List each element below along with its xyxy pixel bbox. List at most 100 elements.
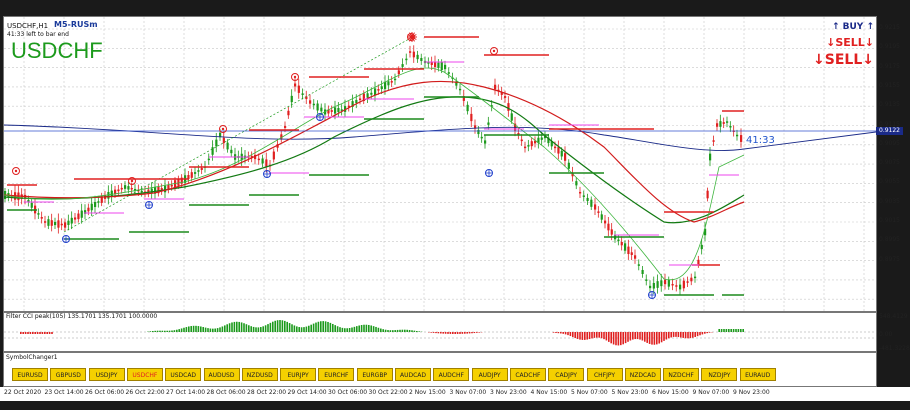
candle-body	[729, 126, 732, 128]
oscillator-bar	[444, 332, 447, 334]
oscillator-bar	[161, 330, 164, 332]
oscillator-bar	[269, 322, 272, 332]
oscillator-bar	[624, 332, 627, 344]
candle-body	[700, 244, 703, 250]
oscillator-bar	[382, 329, 384, 332]
oscillator-bar	[699, 332, 701, 336]
candle-body	[207, 158, 210, 161]
symbol-button-audchf[interactable]: AUDCHF	[433, 368, 470, 381]
time-tick-label: 3 Nov 07:00	[449, 389, 487, 396]
symbol-button-usdjpy[interactable]: USDJPY	[88, 368, 125, 381]
symbol-button-nzdcad[interactable]: NZDCAD	[624, 368, 661, 381]
oscillator-bar	[166, 330, 168, 332]
candle-body	[617, 239, 620, 242]
oscillator-bar	[737, 329, 740, 332]
symbol-button-nzdusd[interactable]: NZDUSD	[241, 368, 278, 381]
oscillator-bar	[684, 332, 687, 339]
symbol-button-audjpy[interactable]: AUDJPY	[471, 368, 508, 381]
candle-body	[297, 85, 300, 93]
buy-signal-label: BUY	[842, 22, 864, 32]
oscillator-bar	[212, 328, 214, 332]
oscillator-bar	[708, 332, 711, 333]
symbol-button-usdchf[interactable]: USDCHF	[126, 368, 163, 381]
candle-body	[630, 252, 633, 256]
buy-marker-icon	[263, 170, 271, 178]
symbol-button-cadjpy[interactable]: CADJPY	[548, 368, 585, 381]
oscillator-bar	[612, 332, 615, 345]
symbol-button-gbpusd[interactable]: GBPUSD	[50, 368, 87, 381]
candle-body	[94, 201, 97, 208]
oscillator-bar	[233, 321, 236, 332]
oscillator-bar	[646, 332, 648, 343]
symbol-button-audcad[interactable]: AUDCAD	[395, 368, 431, 381]
symbol-button-usdcad[interactable]: USDCAD	[165, 368, 202, 381]
symbol-button-eurchf[interactable]: EURCHF	[318, 368, 355, 381]
buy-marker-icon	[145, 201, 153, 209]
price-chart-panel[interactable]	[3, 16, 877, 312]
oscillator-bar	[471, 332, 473, 334]
up-arrow-icon: ↑	[866, 22, 874, 32]
oscillator-bar	[586, 332, 588, 340]
symbol-button-chfjpy[interactable]: CHFJPY	[586, 368, 623, 381]
candle-body	[604, 220, 607, 224]
oscillator-bar	[238, 321, 240, 332]
candle-body	[355, 99, 358, 104]
symbol-button-euraud[interactable]: EURAUD	[739, 368, 776, 381]
oscillator-bar	[298, 327, 300, 332]
sell-signal: ↓SELL↓	[826, 36, 874, 49]
oscillator-bar	[564, 332, 567, 335]
symbol-button-eurjpy[interactable]: EURJPY	[280, 368, 317, 381]
symbol-button-eurgbp[interactable]: EURGBP	[356, 368, 393, 381]
oscillator-bar	[236, 321, 238, 332]
candle-body	[74, 217, 77, 220]
oscillator-bar	[195, 325, 197, 332]
oscillator-bar	[641, 332, 644, 341]
oscillator-bar	[406, 329, 408, 332]
oscillator-bar	[39, 332, 41, 334]
candle-body	[337, 108, 340, 112]
oscillator-bar	[584, 332, 586, 340]
candle-body	[117, 189, 120, 192]
oscillator-bar	[394, 330, 396, 332]
candle-body	[397, 70, 400, 75]
oscillator-bar	[339, 327, 341, 332]
candle-body	[660, 280, 663, 287]
oscillator-bar	[272, 321, 274, 332]
oscillator-bar	[639, 332, 641, 340]
oscillator-bar	[332, 323, 334, 332]
oscillator-bar	[478, 332, 480, 333]
candle-body	[667, 279, 670, 287]
oscillator-bar	[226, 324, 228, 332]
oscillator-bar	[279, 320, 281, 332]
symbol-button-eurusd[interactable]: EURUSD	[12, 368, 48, 381]
oscillator-bar	[360, 325, 363, 332]
oscillator-bar	[665, 332, 668, 340]
oscillator-bar	[260, 327, 262, 332]
candle-body	[567, 162, 570, 169]
oscillator-bar	[723, 329, 725, 332]
oscillator-bar	[188, 326, 190, 332]
buy-signal: ↑ BUY ↑	[832, 22, 874, 32]
price-tick-label: 0.9075	[879, 159, 900, 167]
symbol-button-audusd[interactable]: AUDUSD	[203, 368, 240, 381]
symbol-button-nzdchf[interactable]: NZDCHF	[663, 368, 700, 381]
oscillator-bar	[255, 327, 257, 332]
symbol-button-cadchf[interactable]: CADCHF	[509, 368, 546, 381]
oscillator-bar	[648, 332, 651, 344]
symbol-button-nzdjpy[interactable]: NZDJPY	[701, 368, 738, 381]
oscillator-bar	[404, 329, 406, 332]
candle-body	[477, 129, 480, 135]
candle-body	[564, 153, 567, 161]
oscillator-bar	[51, 332, 53, 334]
candle-body	[470, 113, 473, 122]
oscillator-bar	[324, 321, 327, 332]
candle-body	[284, 126, 287, 128]
oscillator-bar	[706, 332, 708, 334]
candle-body	[649, 285, 652, 289]
oscillator-bar	[24, 332, 27, 334]
medium-moving-average	[4, 96, 745, 224]
oscillator-bar	[216, 328, 219, 332]
down-arrow-icon: ↓	[864, 36, 874, 49]
price-tick-label: 0.9015	[879, 217, 900, 224]
price-tick-label: 0.9215	[879, 24, 900, 31]
